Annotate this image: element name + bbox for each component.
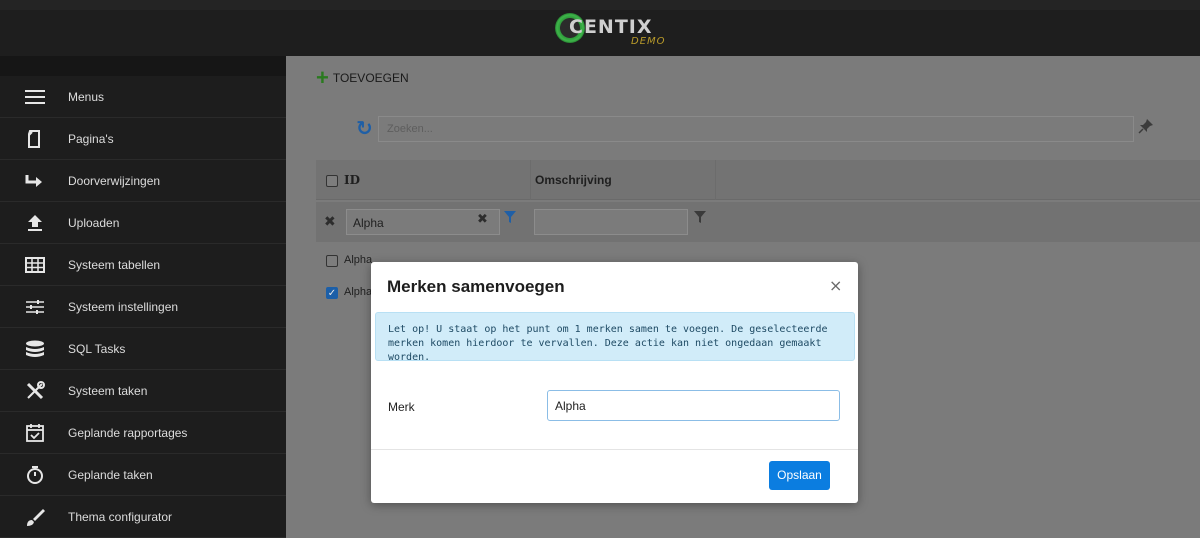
column-header-id[interactable]: ID (344, 173, 360, 187)
column-divider (530, 160, 531, 200)
sidebar-item-label: Geplande rapportages (68, 426, 188, 440)
omschrijving-filter-input[interactable] (534, 209, 688, 235)
sidebar-item-systeem-instellingen[interactable]: Systeem instellingen (0, 286, 286, 328)
save-button[interactable]: Opslaan (769, 461, 830, 490)
row-checkbox-checked[interactable]: ✓ (326, 287, 338, 299)
sidebar-menu: Menus Pagina's Doorverwijzingen Uploaden… (0, 76, 286, 538)
pin-icon[interactable] (1138, 118, 1154, 138)
sliders-icon (24, 297, 46, 317)
sidebar-spacer (0, 56, 286, 76)
sidebar-item-geplande-taken[interactable]: Geplande taken (0, 454, 286, 496)
alert-text: Let op! U staat op het punt om 1 merken … (388, 324, 828, 363)
sidebar-item-doorverwijzingen[interactable]: Doorverwijzingen (0, 160, 286, 202)
calendar-check-icon (24, 423, 46, 443)
brush-icon (24, 507, 46, 527)
sidebar-item-geplande-rapportages[interactable]: Geplande rapportages (0, 412, 286, 454)
refresh-icon[interactable]: ↻ (356, 116, 373, 140)
sidebar-item-label: Systeem tabellen (68, 258, 161, 272)
sidebar-item-menus[interactable]: Menus (0, 76, 286, 118)
stopwatch-icon (24, 465, 46, 485)
upload-icon (24, 213, 46, 233)
row-id: Alpha (344, 254, 373, 266)
top-bar: CENTIX DEMO (0, 0, 1200, 56)
grid-header: ID Omschrijving (316, 160, 1200, 200)
column-header-omschrijving[interactable]: Omschrijving (535, 173, 612, 187)
select-all-checkbox[interactable] (326, 175, 338, 187)
merk-label: Merk (388, 400, 415, 414)
toolbar: + TOEVOEGEN (316, 65, 409, 90)
filter-row: ✖ Alpha ✖ (316, 202, 1200, 242)
add-button-label: TOEVOEGEN (332, 71, 409, 85)
plus-icon: + (316, 65, 329, 90)
search-input[interactable]: Zoeken... (378, 116, 1134, 142)
clear-filter-icon[interactable]: ✖ (477, 212, 488, 227)
redirect-arrow-icon (24, 171, 46, 191)
sidebar-item-systeem-tabellen[interactable]: Systeem tabellen (0, 244, 286, 286)
sidebar-item-label: Uploaden (68, 216, 120, 230)
dialog-title: Merken samenvoegen (387, 277, 565, 296)
row-id: Alpha (344, 286, 373, 298)
info-alert: Let op! U staat op het punt om 1 merken … (375, 312, 855, 363)
logo[interactable]: CENTIX DEMO (555, 10, 675, 54)
sidebar-item-thema-configurator[interactable]: Thema configurator (0, 496, 286, 538)
sidebar-item-label: Geplande taken (68, 468, 153, 482)
sidebar-item-label: Menus (68, 90, 105, 104)
dialog-divider (371, 449, 858, 450)
column-divider (715, 160, 716, 200)
sidebar-item-label: SQL Tasks (68, 342, 126, 356)
sidebar-item-sql-tasks[interactable]: SQL Tasks (0, 328, 286, 370)
merge-dialog: Merken samenvoegen × Let op! U staat op … (371, 262, 858, 503)
logo-subtext: DEMO (631, 36, 666, 47)
table-icon (24, 255, 46, 275)
sidebar-item-paginas[interactable]: Pagina's (0, 118, 286, 160)
sidebar-item-uploaden[interactable]: Uploaden (0, 202, 286, 244)
merk-input[interactable]: Alpha (547, 390, 840, 421)
sidebar: Menus Pagina's Doorverwijzingen Uploaden… (0, 56, 286, 538)
hamburger-icon (24, 87, 46, 107)
page-icon (24, 129, 46, 149)
sidebar-item-systeem-taken[interactable]: Systeem taken (0, 370, 286, 412)
sidebar-item-label: Doorverwijzingen (68, 174, 161, 188)
sidebar-item-label: Systeem taken (68, 384, 148, 398)
sidebar-item-label: Thema configurator (68, 510, 173, 524)
row-checkbox[interactable] (326, 255, 338, 267)
logo-text: CENTIX (569, 16, 653, 38)
add-button[interactable]: + TOEVOEGEN (316, 65, 409, 90)
search-row: ↻ Zoeken... (316, 114, 1200, 146)
filter-icon[interactable] (694, 211, 706, 227)
sidebar-item-label: Pagina's (68, 132, 114, 146)
sidebar-item-label: Systeem instellingen (68, 300, 179, 314)
database-icon (24, 339, 46, 359)
close-icon[interactable]: × (829, 276, 842, 295)
tools-icon (24, 381, 46, 401)
clear-filters-icon[interactable]: ✖ (324, 214, 336, 230)
filter-icon[interactable] (504, 211, 516, 227)
